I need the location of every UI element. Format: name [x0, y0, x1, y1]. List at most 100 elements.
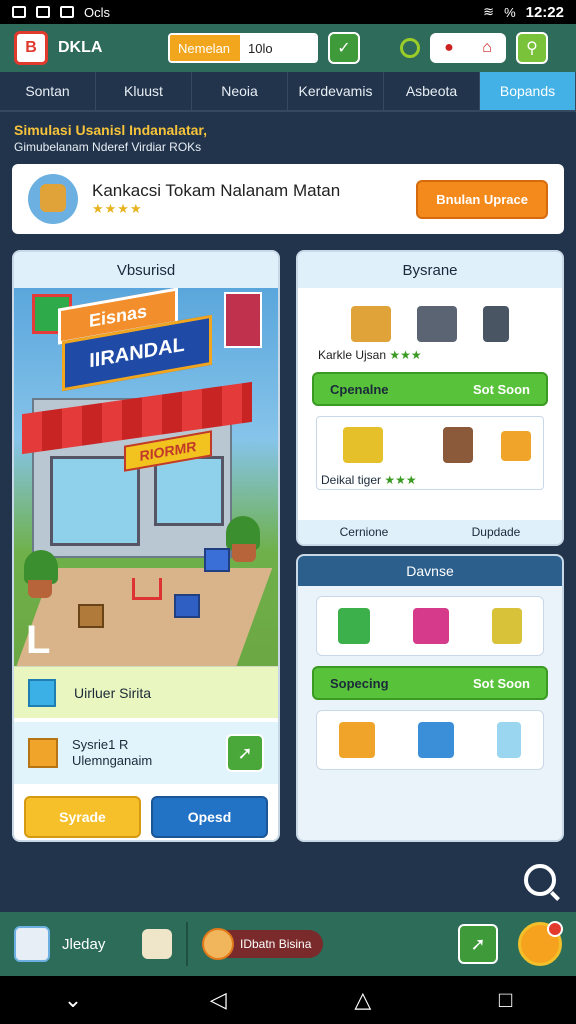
device-row[interactable]	[316, 710, 544, 770]
items-panel-title: Bysrane	[298, 252, 562, 288]
tab-asbeota[interactable]: Asbeota	[384, 72, 480, 110]
upgrade-yellow-button[interactable]: Syrade	[24, 796, 141, 838]
recents-icon[interactable]: □	[499, 987, 512, 1013]
arrow-icon: ➚	[237, 742, 253, 763]
arrow-icon: ➚	[470, 933, 486, 954]
tab-bopands[interactable]: Bopands	[480, 72, 576, 110]
shopping-cart-icon[interactable]	[132, 578, 162, 600]
search-button[interactable]: ⚲	[516, 32, 548, 64]
item-label: Deikal tiger	[321, 473, 382, 487]
display-item-icon	[443, 427, 473, 463]
box-icon	[28, 678, 56, 707]
crate-icon[interactable]	[174, 594, 200, 618]
battery-label: %	[504, 4, 516, 20]
store-name-field[interactable]: Nemelan 10lo	[168, 33, 318, 63]
items-panel: Bysrane Karkle Ujsan ★★★ Cpenalne Sot So…	[296, 250, 564, 546]
tab-kerdevamis[interactable]: Kerdevamis	[288, 72, 384, 110]
pot-icon	[232, 544, 256, 562]
footer-right[interactable]: Dupdade	[430, 520, 562, 544]
package-icon	[28, 738, 58, 768]
top-header: B DKLA Nemelan 10lo ✓ ● ⌂ ⚲	[0, 24, 576, 72]
devices-panel: Davnse Sopecing Sot Soon	[296, 554, 564, 842]
crate-icon[interactable]	[204, 548, 230, 572]
blue-box-icon	[417, 722, 454, 758]
cart-item-icon[interactable]	[351, 306, 391, 342]
shop-panel: Vbsurisd Eisnas IIRANDAL RIORMR L Uirlue…	[12, 250, 280, 842]
field-label: Nemelan	[170, 35, 240, 61]
shopkeeper-avatar	[28, 174, 78, 224]
tab-neoia[interactable]: Neoia	[192, 72, 288, 110]
buy-bar-label: Cpenalne	[330, 381, 389, 397]
app-logo[interactable]: B	[14, 31, 48, 65]
mission-banner: Kankacsi Tokam Nalanam Matan ★★★★ Bnulan…	[12, 164, 564, 234]
corner-letter: L	[26, 618, 51, 662]
bottle-icon	[497, 722, 522, 758]
yellow-box-icon	[491, 608, 522, 644]
home-icon[interactable]: △	[354, 987, 371, 1013]
stock-row-subtitle: Ulemnganaim	[72, 753, 153, 768]
status-left-text: Ocls	[84, 4, 110, 20]
back-icon[interactable]: ◁	[210, 987, 227, 1013]
shop-window-side	[154, 456, 224, 526]
compass-icon[interactable]	[518, 921, 563, 966]
user-avatar	[202, 928, 234, 960]
stock-row[interactable]: Sysrie1 R Ulemnganaim ➚	[14, 722, 278, 784]
tab-kluust[interactable]: Kluust	[96, 72, 192, 110]
app-name: DKLA	[58, 39, 103, 56]
box-item-icon	[501, 431, 531, 461]
check-icon: ✓	[337, 40, 351, 57]
basket-icon[interactable]	[78, 604, 104, 628]
refresh-icon[interactable]	[400, 38, 420, 58]
bottom-left-label[interactable]: Jleday	[62, 936, 142, 953]
buy-bar[interactable]: Cpenalne Sot Soon	[312, 372, 548, 406]
banner-stars: ★★★★	[92, 201, 143, 216]
device-row[interactable]	[316, 596, 544, 656]
status-bar: Ocls ≋ % 12:22	[0, 0, 576, 24]
record-icon: ●	[444, 39, 454, 56]
banner-flag-right	[224, 292, 262, 348]
shopping-bar-value: Sot Soon	[472, 675, 530, 691]
user-badge[interactable]: IDbatn Bisina	[202, 928, 324, 960]
pink-box-icon	[412, 608, 449, 644]
tab-sontan[interactable]: Sontan	[0, 72, 96, 110]
machine-item-icon[interactable]	[417, 306, 457, 342]
buy-bar-value: Sot Soon	[472, 381, 530, 397]
dice-icon[interactable]	[142, 929, 172, 959]
clock: 12:22	[525, 3, 564, 21]
field-value[interactable]: 10lo	[240, 35, 316, 61]
item-stars: ★★★	[384, 473, 417, 487]
resource-pill[interactable]: ● ⌂	[430, 33, 506, 63]
collapse-icon[interactable]: ⌄	[64, 987, 82, 1013]
play-button[interactable]: ➚	[458, 924, 498, 964]
item-box[interactable]: Deikal tiger ★★★	[316, 416, 544, 490]
shopping-bar[interactable]: Sopecing Sot Soon	[312, 666, 548, 700]
footer-left[interactable]: Cernione	[298, 520, 430, 544]
user-name: IDbatn Bisina	[240, 937, 312, 951]
app-icon	[60, 6, 74, 18]
open-button[interactable]: Opesd	[151, 796, 268, 838]
bottom-bar: Jleday IDbatn Bisina ➚	[0, 912, 576, 976]
fridge-item-icon[interactable]	[483, 306, 509, 342]
check-button[interactable]: ✓	[328, 32, 360, 64]
item-stars: ★★★	[389, 348, 422, 362]
cart-icon: ⌂	[482, 39, 492, 56]
stock-row-title: Sysrie1 R	[72, 737, 129, 752]
basket-item-icon	[343, 427, 383, 463]
devices-panel-title: Davnse	[298, 556, 562, 586]
upgrade-button[interactable]: Bnulan Uprace	[416, 179, 548, 219]
banner-title: Kankacsi Tokam Nalanam Matan	[92, 181, 341, 200]
green-box-icon	[338, 608, 371, 644]
pot-icon	[28, 580, 52, 598]
wifi-icon: ≋	[483, 4, 495, 19]
info-row[interactable]: Uirluer Sirita	[14, 666, 278, 718]
map-icon[interactable]	[14, 926, 50, 962]
shop-scene[interactable]: Eisnas IIRANDAL RIORMR L	[14, 288, 278, 666]
page-subheading: Gimubelanam Nderef Virdiar ROKs	[14, 140, 202, 154]
item-label: Karkle Ujsan	[318, 348, 387, 362]
shop-panel-title: Vbsurisd	[14, 252, 278, 288]
search-icon: ⚲	[526, 40, 538, 57]
go-button[interactable]: ➚	[226, 734, 264, 772]
system-nav-bar: ⌄ ◁ △ □	[0, 976, 576, 1024]
notification-icon	[12, 6, 26, 18]
floating-search-icon[interactable]	[524, 864, 556, 896]
